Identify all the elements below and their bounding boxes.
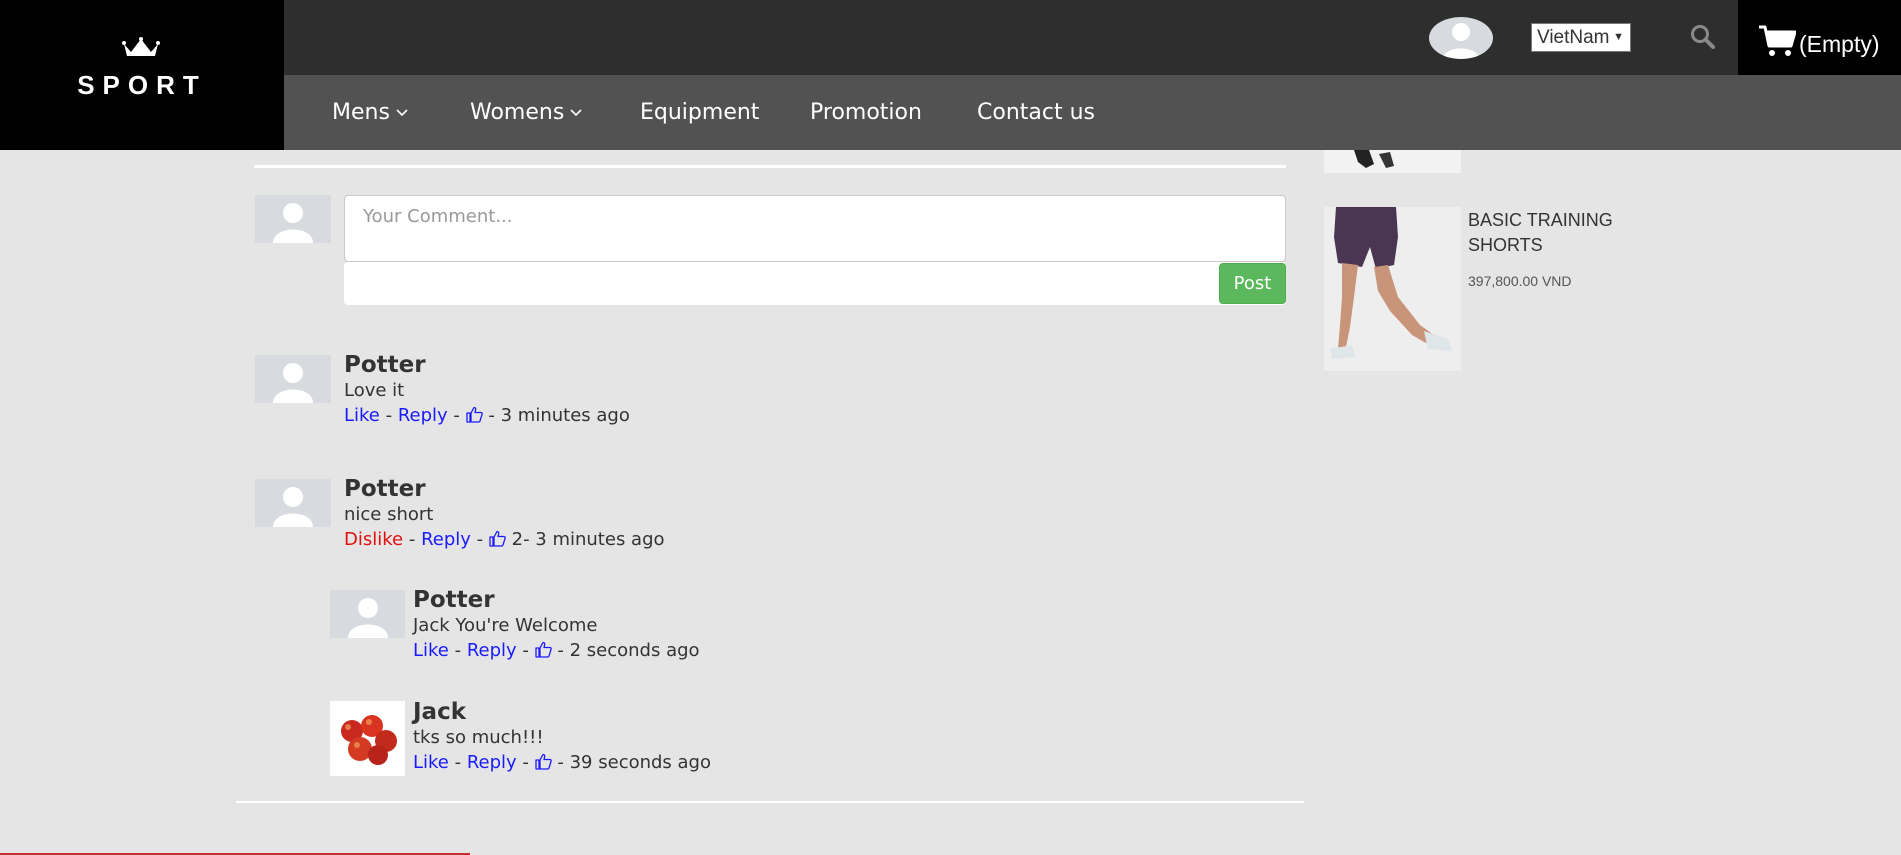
like-count: 2	[511, 529, 524, 550]
chevron-down-icon	[396, 109, 408, 117]
crown-icon	[122, 37, 160, 56]
comment-time: 39 seconds ago	[569, 752, 711, 773]
comment-text: Jack You're Welcome	[413, 615, 598, 636]
nav-item-womens[interactable]: Womens	[470, 75, 582, 150]
comment-text: tks so much!!!	[413, 727, 544, 748]
like-link[interactable]: Like	[413, 752, 449, 773]
main-nav: Mens Womens Equipment Promotion Contact …	[284, 75, 1901, 150]
thumbs-up-icon[interactable]	[489, 530, 506, 547]
comment-author: Potter	[413, 587, 495, 613]
like-link[interactable]: Like	[413, 640, 449, 661]
reply-link[interactable]: Reply	[467, 752, 517, 773]
avatar	[255, 479, 331, 527]
search-icon[interactable]	[1690, 24, 1716, 50]
user-avatar-icon	[348, 598, 388, 638]
comment-actions: Dislike - Reply - 2- 3 minutes ago	[344, 529, 665, 550]
comment-author: Jack	[413, 699, 467, 725]
comment-actions: Like - Reply - - 39 seconds ago	[413, 752, 711, 773]
comment-time: 2 seconds ago	[569, 640, 700, 661]
nav-item-label: Contact us	[977, 100, 1095, 125]
divider	[254, 165, 1286, 168]
thumbs-up-icon[interactable]	[535, 753, 552, 770]
thumbs-up-icon[interactable]	[535, 641, 552, 658]
account-avatar[interactable]	[1429, 17, 1493, 59]
reply-link[interactable]: Reply	[467, 640, 517, 661]
shorts-image	[1324, 207, 1461, 371]
post-button[interactable]: Post	[1219, 263, 1286, 304]
country-select-value: VietNam	[1537, 27, 1610, 48]
thumbs-up-icon[interactable]	[466, 406, 483, 423]
top-bar	[284, 0, 1901, 75]
dislike-link[interactable]: Dislike	[344, 529, 403, 550]
comment-time: 3 minutes ago	[500, 405, 630, 426]
comment-actions: Like - Reply - - 3 minutes ago	[344, 405, 630, 426]
dropdown-arrow-icon: ▼	[1613, 31, 1624, 43]
comment-toolbar	[344, 262, 1286, 305]
shoe-image	[1354, 150, 1394, 168]
nav-item-promotion[interactable]: Promotion	[810, 75, 922, 150]
avatar	[255, 195, 331, 243]
cart-label: (Empty)	[1799, 31, 1880, 57]
product-price: 397,800.00 VND	[1468, 273, 1572, 289]
nav-item-label: Womens	[470, 100, 565, 125]
product-image[interactable]	[1324, 207, 1461, 371]
reply-link[interactable]: Reply	[398, 405, 448, 426]
comment-author: Potter	[344, 352, 426, 378]
nav-item-equipment[interactable]: Equipment	[640, 75, 759, 150]
comment-actions: Like - Reply - - 2 seconds ago	[413, 640, 700, 661]
apples-image	[341, 715, 397, 765]
cart-button[interactable]: (Empty)	[1738, 0, 1901, 75]
nav-item-contact[interactable]: Contact us	[977, 75, 1095, 150]
nav-item-mens[interactable]: Mens	[332, 75, 408, 150]
avatar-apples	[330, 701, 405, 776]
nav-item-label: Mens	[332, 100, 390, 125]
comment-text: nice short	[344, 504, 434, 525]
avatar	[330, 590, 405, 638]
avatar	[255, 355, 331, 403]
product-image-partial[interactable]	[1324, 150, 1461, 173]
comment-time: 3 minutes ago	[535, 529, 665, 550]
chevron-down-icon	[570, 109, 582, 117]
product-title[interactable]: BASIC TRAINING SHORTS	[1468, 208, 1648, 258]
logo-wordmark: SPORT	[77, 70, 207, 100]
comment-input-placeholder: Your Comment...	[363, 206, 513, 227]
site-logo[interactable]: SPORT	[0, 0, 284, 150]
nav-item-label: Equipment	[640, 100, 760, 125]
user-avatar-icon	[273, 487, 313, 527]
nav-item-label: Promotion	[810, 100, 922, 125]
comment-author: Potter	[344, 476, 426, 502]
country-select[interactable]: VietNam ▼	[1531, 23, 1631, 52]
comment-text: Love it	[344, 380, 405, 401]
comment-input[interactable]: Your Comment...	[344, 195, 1286, 262]
user-avatar-icon	[273, 363, 313, 403]
user-avatar-icon	[273, 203, 313, 243]
like-link[interactable]: Like	[344, 405, 380, 426]
divider	[236, 801, 1304, 803]
cart-icon	[1759, 25, 1796, 56]
reply-link[interactable]: Reply	[421, 529, 471, 550]
user-avatar-icon	[1443, 23, 1479, 59]
